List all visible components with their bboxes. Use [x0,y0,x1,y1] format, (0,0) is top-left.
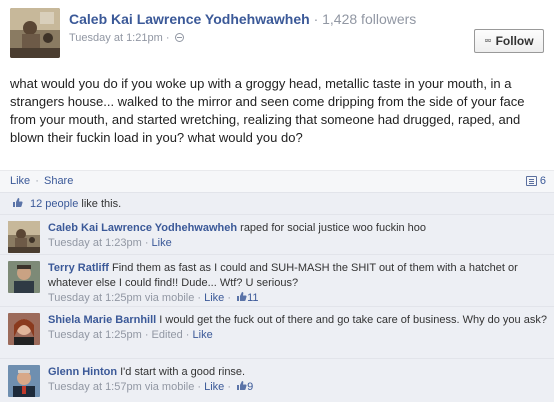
comment-text: I would get the fuck out of there and go… [159,314,547,326]
comment-like-link[interactable]: Like [193,329,213,341]
comment-text: I'd start with a good rinse. [120,366,246,378]
meta-separator: · [194,292,205,304]
thumbs-up-icon [12,197,23,208]
author-name[interactable]: Caleb Kai Lawrence Yodhehwawheh [69,11,310,27]
follower-count: 1,428 followers [322,11,417,27]
thumbs-up-icon [236,380,247,391]
comment-body: Shiela Marie Barnhill I would get the fu… [48,313,548,343]
comment-author[interactable]: Terry Ratliff [48,262,109,274]
rss-icon: ⮹ [484,35,492,46]
comment-meta: Tuesday at 1:25pm · Edited · Like [48,328,548,343]
comment-likes-count-link[interactable]: 11 [234,291,259,304]
comment-like-link[interactable]: Like [204,292,224,304]
comment-likes-count-link[interactable]: 9 [234,381,253,393]
likes-suffix: like this. [78,198,122,210]
commenter-avatar[interactable] [8,221,40,253]
commenter-avatar[interactable] [8,261,40,293]
comment-like-link[interactable]: Like [152,237,172,249]
comment-meta: Tuesday at 1:57pm via mobile · Like · 9 [48,380,548,395]
comment-time[interactable]: Tuesday at 1:25pm [48,329,142,341]
comment-item: Shiela Marie Barnhill I would get the fu… [0,306,554,358]
comment-edited[interactable]: Edited · [152,329,193,341]
comment-count: 6 [539,175,546,187]
commenter-avatar[interactable] [8,365,40,397]
comment-meta: Tuesday at 1:25pm via mobile · Like · 11 [48,291,548,306]
meta-separator: · [141,329,152,341]
globe-icon [174,33,184,42]
likes-summary: 12 people like this. [0,192,554,214]
commenter-avatar[interactable] [8,313,40,345]
separator: · [313,11,319,27]
share-link[interactable]: Share [44,175,73,187]
post-actions: Like · Share [10,175,73,187]
follow-button[interactable]: ⮹ Follow [474,29,544,53]
comment-time[interactable]: Tuesday at 1:25pm via mobile [48,292,194,304]
comment-author[interactable]: Caleb Kai Lawrence Yodhehwawheh [48,222,237,234]
comment-like-link[interactable]: Like [204,381,224,393]
post-timestamp[interactable]: Tuesday at 1:21pm [69,32,163,44]
comment-list: Caleb Kai Lawrence Yodhehwawheh raped fo… [0,214,554,402]
comment-time[interactable]: Tuesday at 1:57pm via mobile [48,381,194,393]
meta-separator: · [141,237,152,249]
author-line: Caleb Kai Lawrence Yodhehwawheh · 1,428 … [69,11,416,27]
comment-item: Caleb Kai Lawrence Yodhehwawheh raped fo… [0,214,554,254]
timestamp-separator: · [165,32,170,44]
post-header: Caleb Kai Lawrence Yodhehwawheh · 1,428 … [10,8,550,58]
follow-label: Follow [495,34,534,48]
comment-time[interactable]: Tuesday at 1:23pm [48,237,142,249]
comment-author[interactable]: Shiela Marie Barnhill [48,314,156,326]
meta-separator: · [194,381,205,393]
comment-item: Glenn Hinton I'd start with a good rinse… [0,358,554,402]
post-actions-bar: Like · Share 6 [0,170,554,192]
action-separator: · [35,175,39,187]
thumbs-up-icon [236,291,247,302]
comment-body: Caleb Kai Lawrence Yodhehwawheh raped fo… [48,221,548,251]
meta-separator: · [224,381,235,393]
likes-text: 12 people like this. [30,198,121,210]
comment-likes-count: 9 [247,381,254,393]
author-avatar[interactable] [10,8,60,58]
likes-people-link[interactable]: 12 people [30,198,78,210]
comment-likes-count: 11 [247,292,259,304]
like-link[interactable]: Like [10,175,30,187]
meta-separator: · [224,292,235,304]
comment-icon [525,176,537,186]
comment-count-link[interactable]: 6 [525,175,546,187]
comment-body: Glenn Hinton I'd start with a good rinse… [48,365,548,395]
comment-text: Find them as fast as I could and SUH-MAS… [48,262,518,289]
comment-body: Terry Ratliff Find them as fast as I cou… [48,261,548,306]
comment-item: Terry Ratliff Find them as fast as I cou… [0,254,554,306]
post-timestamp-line: Tuesday at 1:21pm · [69,32,184,44]
post-body: what would you do if you woke up with a … [10,76,525,145]
comment-meta: Tuesday at 1:23pm · Like [48,236,548,251]
comment-author[interactable]: Glenn Hinton [48,366,117,378]
comment-text: raped for social justice woo fuckin hoo [240,222,427,234]
